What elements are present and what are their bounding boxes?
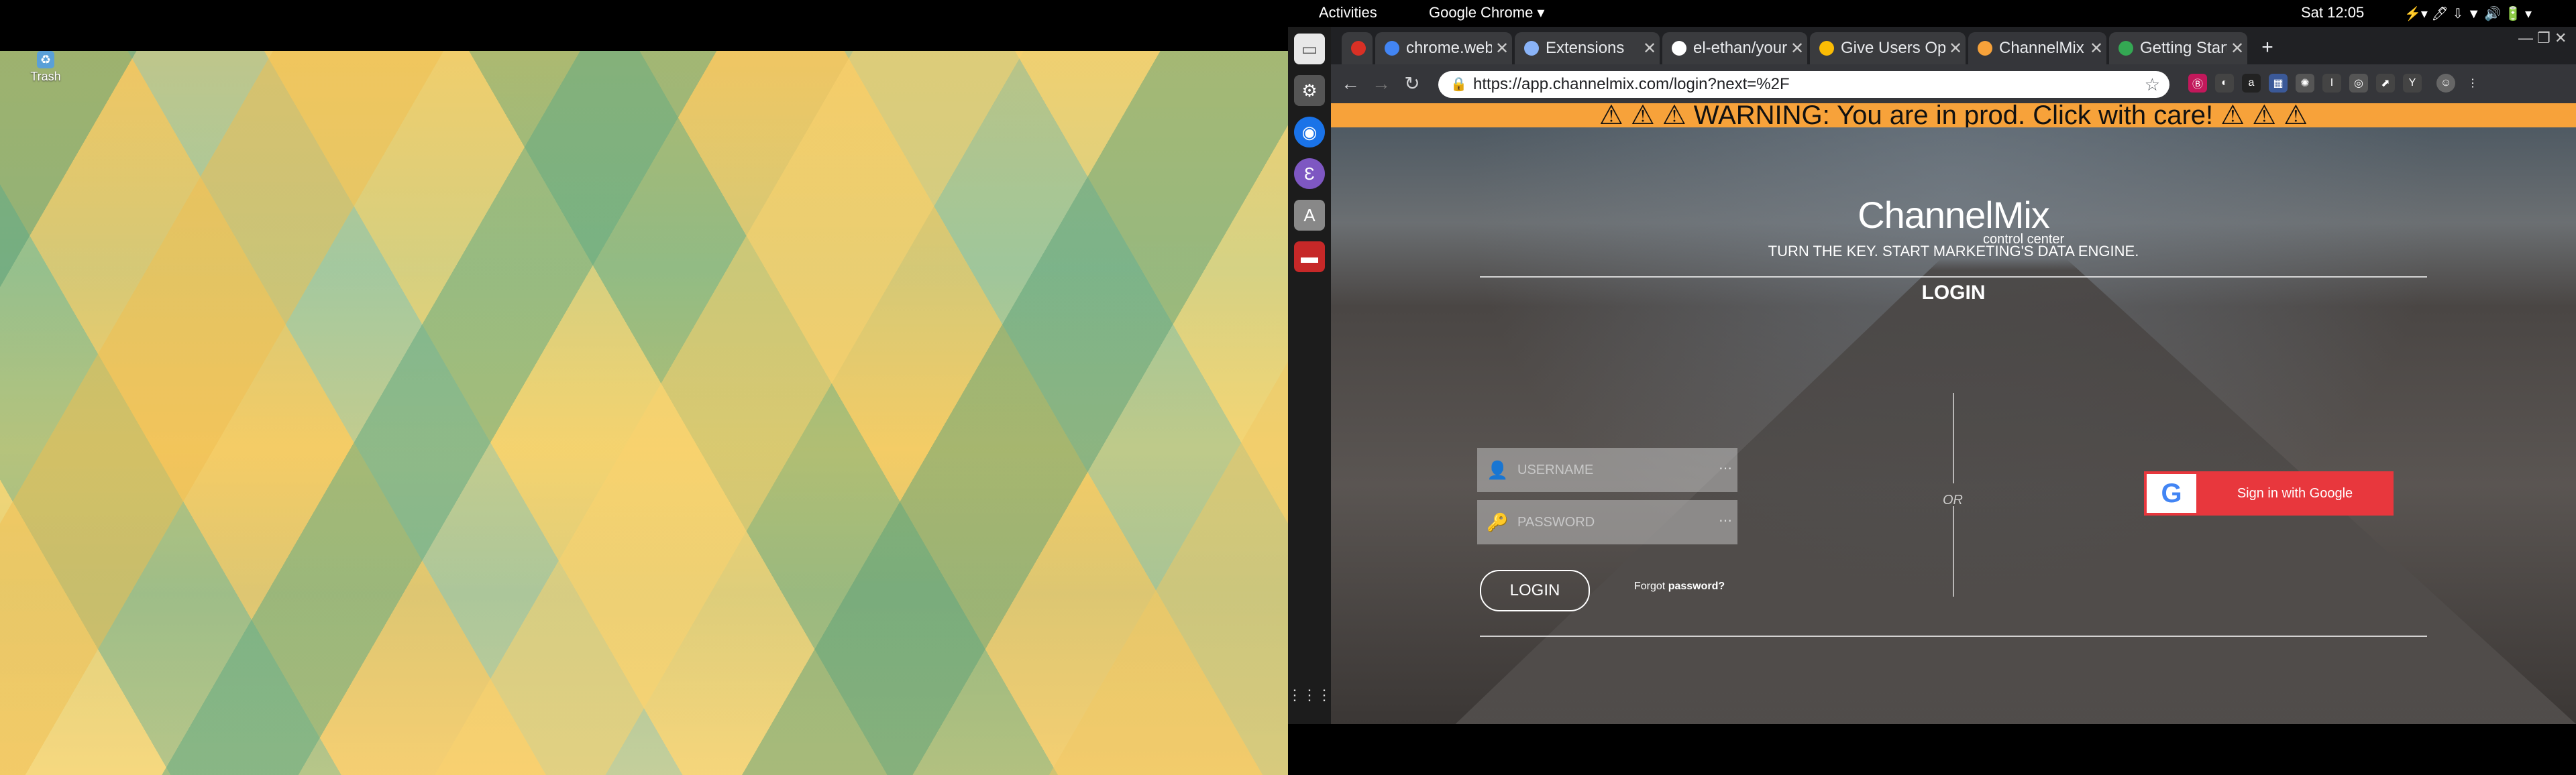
- close-tab-icon[interactable]: ✕: [2086, 39, 2106, 58]
- tab-github[interactable]: el-ethan/your ✕: [1662, 32, 1807, 64]
- tagline: TURN THE KEY. START MARKETING'S DATA ENG…: [1768, 243, 2139, 259]
- divider-bottom: [1480, 636, 2427, 637]
- login-button[interactable]: LOGIN: [1480, 570, 1590, 611]
- chrome-favicon-icon: [2118, 41, 2133, 56]
- or-divider-bottom: [1953, 506, 1954, 597]
- extension-icon[interactable]: Ⓑ: [2188, 74, 2207, 93]
- extension-icon[interactable]: ◎: [2349, 74, 2368, 93]
- extension-icon[interactable]: ✺: [2296, 74, 2314, 93]
- tab-title: ChannelMix C: [1999, 39, 2086, 57]
- system-tray[interactable]: ⚡▾ 🖊 ⇩ ▼ 🔊 🔋 ▾: [2404, 5, 2532, 22]
- files-icon[interactable]: ▭: [1294, 34, 1325, 64]
- reload-icon[interactable]: ↻: [1399, 71, 1425, 97]
- username-placeholder: USERNAME: [1517, 463, 1594, 477]
- extension-icon[interactable]: Y: [2403, 74, 2422, 93]
- login-heading: LOGIN: [1921, 282, 1986, 304]
- emacs-icon[interactable]: Ɛ: [1294, 158, 1325, 189]
- profile-avatar-icon[interactable]: ☺: [2436, 74, 2455, 93]
- dock: ▭ ⚙ ◉ Ɛ A ▬ ⋮⋮⋮: [1287, 27, 1332, 724]
- browser-toolbar: ← → ↻ 🔒 https://app.channelmix.com/login…: [1331, 64, 2576, 103]
- new-tab-button[interactable]: +: [2254, 35, 2281, 62]
- tab-give-users[interactable]: Give Users Op ✕: [1810, 32, 1966, 64]
- username-field[interactable]: 👤 USERNAME ⋯: [1477, 448, 1737, 492]
- chrome-icon[interactable]: ◉: [1294, 117, 1325, 147]
- url-text: https://app.channelmix.com/login?next=%2…: [1473, 75, 1790, 93]
- tab-strip: chrome.webt ✕ Extensions ✕ el-ethan/your…: [1331, 27, 2576, 64]
- tab-gmail[interactable]: [1342, 32, 1373, 64]
- address-bar[interactable]: 🔒 https://app.channelmix.com/login?next=…: [1438, 71, 2169, 98]
- close-tab-icon[interactable]: ✕: [1787, 39, 1807, 58]
- github-icon: [1672, 41, 1686, 56]
- login-page: ChannelMix control center TURN THE KEY. …: [1331, 127, 2576, 724]
- password-manager-icon[interactable]: ⋯: [1719, 512, 1732, 529]
- settings-icon[interactable]: ⚙: [1294, 75, 1325, 106]
- tab-chrome-webstore[interactable]: chrome.webt ✕: [1375, 32, 1512, 64]
- trash-icon: ♻: [37, 51, 54, 68]
- tab-getting-started[interactable]: Getting Start ✕: [2109, 32, 2247, 64]
- tab-extensions[interactable]: Extensions ✕: [1515, 32, 1660, 64]
- google-signin-button[interactable]: G Sign in with Google: [2144, 471, 2394, 516]
- bookmark-star-icon[interactable]: ☆: [2145, 71, 2160, 98]
- brand-name: ChannelMix: [1858, 194, 2050, 236]
- clock[interactable]: Sat 12:05: [2301, 4, 2364, 21]
- password-field[interactable]: 🔑 PASSWORD ⋯: [1477, 500, 1737, 544]
- prod-warning-banner: ⚠ ⚠ ⚠ WARNING: You are in prod. Click wi…: [1331, 102, 2576, 129]
- extension-icon[interactable]: a: [2242, 74, 2261, 93]
- tab-title: Getting Start: [2140, 39, 2227, 57]
- close-tab-icon[interactable]: ✕: [2227, 39, 2247, 58]
- back-icon[interactable]: ←: [1338, 71, 1363, 97]
- password-manager-icon[interactable]: ⋯: [1719, 460, 1732, 477]
- google-g-icon: G: [2147, 474, 2196, 513]
- right-desktop: Activities Google Chrome ▾ Sat 12:05 ⚡▾ …: [1287, 0, 2576, 775]
- tab-channelmix[interactable]: ChannelMix C ✕: [1968, 32, 2106, 64]
- tab-title: chrome.webt: [1406, 39, 1492, 57]
- extension-icon[interactable]: ◐: [2215, 74, 2234, 93]
- terminal-icon[interactable]: ▬: [1294, 241, 1325, 272]
- activities-button[interactable]: Activities: [1319, 4, 1377, 21]
- trash-desktop-icon[interactable]: ♻ Trash: [25, 51, 66, 84]
- channelmix-logo: ChannelMix control center: [1607, 193, 2300, 247]
- close-tab-icon[interactable]: ✕: [1945, 39, 1966, 58]
- show-apps-icon[interactable]: ⋮⋮⋮: [1287, 680, 1332, 711]
- user-icon: 👤: [1487, 460, 1509, 480]
- chrome-window: chrome.webt ✕ Extensions ✕ el-ethan/your…: [1331, 27, 2576, 724]
- tab-title: el-ethan/your: [1693, 39, 1787, 57]
- channelmix-favicon-icon: [1978, 41, 1992, 56]
- puzzle-icon: [1524, 41, 1539, 56]
- menu-icon[interactable]: ⋮: [2463, 74, 2482, 93]
- tab-title: Give Users Op: [1841, 39, 1945, 57]
- forgot-link-text: password?: [1668, 581, 1725, 592]
- software-icon[interactable]: A: [1294, 200, 1325, 231]
- close-tab-icon[interactable]: ✕: [1492, 39, 1512, 58]
- app-menu-button[interactable]: Google Chrome ▾: [1429, 4, 1544, 21]
- google-signin-label: Sign in with Google: [2237, 486, 2353, 501]
- password-placeholder: PASSWORD: [1517, 515, 1595, 530]
- left-desktop: ♻ Trash: [0, 0, 1288, 775]
- desktop-wallpaper: [0, 51, 1288, 775]
- close-tab-icon[interactable]: ✕: [1640, 39, 1660, 58]
- gmail-icon: [1351, 41, 1366, 56]
- chrome-favicon-icon: [1819, 41, 1834, 56]
- forgot-prefix: Forgot: [1634, 581, 1666, 592]
- extension-icon[interactable]: I: [2322, 74, 2341, 93]
- window-controls[interactable]: — ❐ ✕: [2518, 29, 2567, 47]
- tab-title: Extensions: [1546, 39, 1625, 57]
- trash-label: Trash: [30, 70, 61, 83]
- extension-icon[interactable]: ⬈: [2376, 74, 2395, 93]
- divider-top: [1480, 276, 2427, 278]
- chrome-favicon-icon: [1385, 41, 1399, 56]
- key-icon: 🔑: [1487, 512, 1509, 532]
- forward-icon[interactable]: →: [1368, 71, 1394, 97]
- gnome-top-bar: Activities Google Chrome ▾ Sat 12:05 ⚡▾ …: [1288, 0, 2576, 27]
- lock-icon: 🔒: [1450, 77, 1467, 92]
- forgot-password-link[interactable]: Forgot password?: [1634, 581, 1725, 593]
- extension-icon[interactable]: ▦: [2269, 74, 2288, 93]
- or-divider-top: [1953, 393, 1954, 483]
